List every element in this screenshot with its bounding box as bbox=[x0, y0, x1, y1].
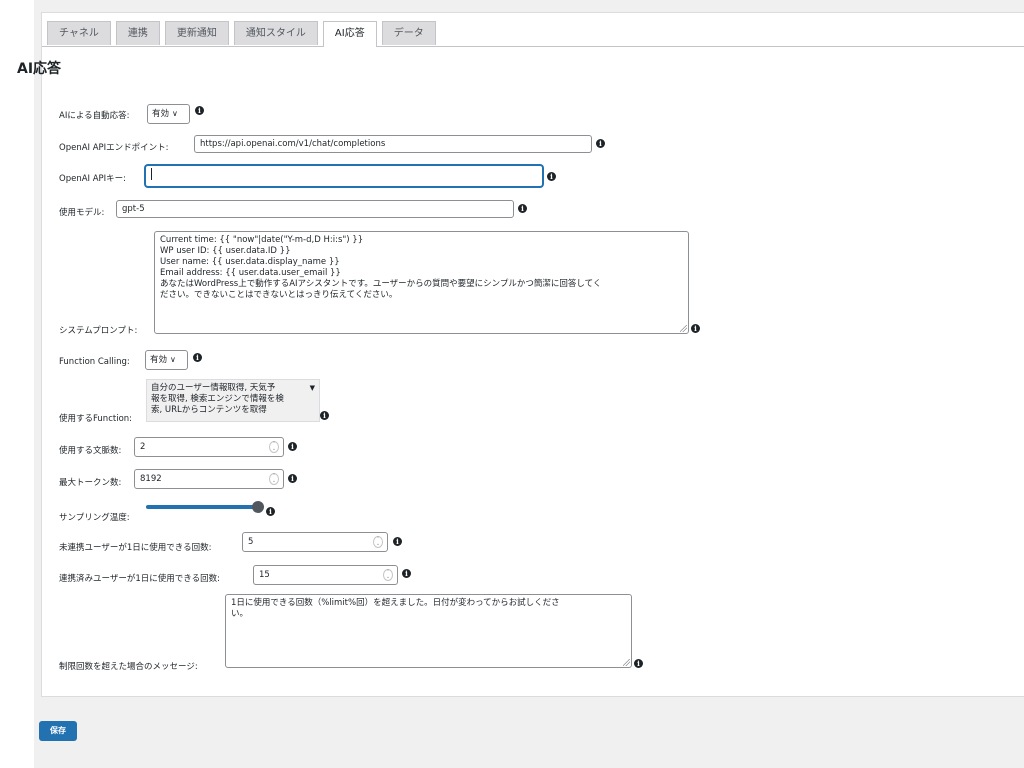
save-button[interactable]: 保存 bbox=[39, 721, 77, 741]
auto-reply-value: 有効 bbox=[152, 109, 170, 119]
functions-line: 索, URLからコンテンツを取得 bbox=[151, 405, 267, 415]
tabs: チャネル 連携 更新通知 通知スタイル AI応答 データ bbox=[47, 21, 436, 47]
text-caret bbox=[151, 167, 152, 180]
info-icon[interactable]: i bbox=[547, 172, 556, 181]
message-line: 1日に使用できる回数（%limit%回）を超えました。日付が変わってからお試しく… bbox=[231, 598, 560, 608]
functions-label: 使用するFunction: bbox=[59, 414, 133, 424]
message-line: い。 bbox=[231, 609, 249, 619]
tab-channel[interactable]: チャネル bbox=[47, 21, 111, 45]
function-calling-select[interactable]: 有効 ∨ bbox=[145, 350, 188, 370]
model-label: 使用モデル: bbox=[59, 208, 105, 218]
unlinked-limit-input[interactable]: 5 ⌃ ⌄ bbox=[242, 532, 388, 552]
resize-handle[interactable] bbox=[680, 325, 687, 332]
info-icon[interactable]: i bbox=[193, 353, 202, 362]
endpoint-label: OpenAI APIエンドポイント: bbox=[59, 143, 169, 153]
spinner-icon[interactable]: ⌃ ⌄ bbox=[383, 569, 393, 581]
context-count-value: 2 bbox=[140, 442, 146, 452]
tab-link[interactable]: 連携 bbox=[115, 21, 160, 45]
max-tokens-label: 最大トークン数: bbox=[59, 478, 122, 488]
info-icon[interactable]: i bbox=[518, 204, 527, 213]
max-tokens-value: 8192 bbox=[140, 474, 162, 484]
function-calling-value: 有効 bbox=[150, 355, 168, 365]
context-count-label: 使用する文脈数: bbox=[59, 446, 122, 456]
api-key-input[interactable] bbox=[145, 165, 543, 187]
section-title: AI応答 bbox=[17, 61, 62, 77]
tab-ai-response[interactable]: AI応答 bbox=[322, 21, 377, 47]
prompt-line: ださい。できないことはできないとはっきり伝えてください。 bbox=[160, 290, 398, 300]
spinner-icon[interactable]: ⌃ ⌄ bbox=[269, 473, 279, 485]
tab-bar: チャネル 連携 更新通知 通知スタイル AI応答 データ bbox=[42, 13, 1024, 47]
spinner-icon[interactable]: ⌃ ⌄ bbox=[373, 536, 383, 548]
info-icon[interactable]: i bbox=[320, 411, 329, 420]
info-icon[interactable]: i bbox=[288, 442, 297, 451]
info-icon[interactable]: i bbox=[393, 537, 402, 546]
prompt-line: Email address: {{ user.data.user_email }… bbox=[160, 268, 341, 278]
tab-notice-style[interactable]: 通知スタイル bbox=[233, 21, 318, 45]
auto-reply-select[interactable]: 有効 ∨ bbox=[147, 104, 190, 124]
info-icon[interactable]: i bbox=[596, 139, 605, 148]
max-tokens-input[interactable]: 8192 ⌃ ⌄ bbox=[134, 469, 284, 489]
linked-limit-label: 連携済みユーザーが1日に使用できる回数: bbox=[59, 574, 220, 584]
system-prompt-textarea[interactable]: Current time: {{ "now"|date("Y-m-d,D H:i… bbox=[154, 231, 689, 334]
temperature-label: サンプリング温度: bbox=[59, 513, 130, 523]
unlinked-limit-value: 5 bbox=[248, 537, 254, 547]
function-calling-label: Function Calling: bbox=[59, 357, 130, 367]
unlinked-limit-label: 未連携ユーザーが1日に使用できる回数: bbox=[59, 543, 212, 553]
api-key-label: OpenAI APIキー: bbox=[59, 174, 127, 184]
functions-line: 報を取得, 検索エンジンで情報を検 bbox=[151, 394, 284, 404]
resize-handle[interactable] bbox=[623, 659, 630, 666]
chevron-down-icon: ∨ bbox=[170, 355, 176, 364]
tab-data[interactable]: データ bbox=[381, 21, 436, 45]
functions-line: 自分のユーザー情報取得, 天気予 bbox=[151, 383, 276, 393]
context-count-input[interactable]: 2 ⌃ ⌄ bbox=[134, 437, 284, 457]
dropdown-arrow-icon: ▼ bbox=[309, 384, 315, 392]
spinner-icon[interactable]: ⌃ ⌄ bbox=[269, 441, 279, 453]
endpoint-input[interactable]: https://api.openai.com/v1/chat/completio… bbox=[194, 135, 592, 153]
linked-limit-input[interactable]: 15 ⌃ ⌄ bbox=[253, 565, 398, 585]
prompt-line: Current time: {{ "now"|date("Y-m-d,D H:i… bbox=[160, 235, 364, 245]
info-icon[interactable]: i bbox=[634, 659, 643, 668]
auto-reply-label: AIによる自動応答: bbox=[59, 111, 130, 121]
model-input[interactable]: gpt-5 bbox=[116, 200, 514, 218]
limit-message-label: 制限回数を超えた場合のメッセージ: bbox=[59, 662, 198, 672]
info-icon[interactable]: i bbox=[402, 569, 411, 578]
top-strip bbox=[34, 0, 1024, 10]
prompt-line: WP user ID: {{ user.data.ID }} bbox=[160, 246, 291, 256]
temperature-slider-thumb[interactable] bbox=[252, 501, 264, 513]
linked-limit-value: 15 bbox=[259, 570, 270, 580]
info-icon[interactable]: i bbox=[266, 507, 275, 516]
info-icon[interactable]: i bbox=[691, 324, 700, 333]
functions-multiselect[interactable]: 自分のユーザー情報取得, 天気予 報を取得, 検索エンジンで情報を検 索, UR… bbox=[146, 379, 320, 422]
system-prompt-label: システムプロンプト: bbox=[59, 326, 138, 336]
chevron-down-icon: ∨ bbox=[172, 109, 178, 118]
info-icon[interactable]: i bbox=[288, 474, 297, 483]
tab-update-notice[interactable]: 更新通知 bbox=[164, 21, 229, 45]
prompt-line: あなたはWordPress上で動作するAIアシスタントです。ユーザーからの質問や… bbox=[160, 279, 602, 289]
limit-message-textarea[interactable]: 1日に使用できる回数（%limit%回）を超えました。日付が変わってからお試しく… bbox=[225, 594, 632, 668]
prompt-line: User name: {{ user.data.display_name }} bbox=[160, 257, 340, 267]
info-icon[interactable]: i bbox=[195, 106, 204, 115]
temperature-slider-track[interactable] bbox=[146, 505, 260, 509]
